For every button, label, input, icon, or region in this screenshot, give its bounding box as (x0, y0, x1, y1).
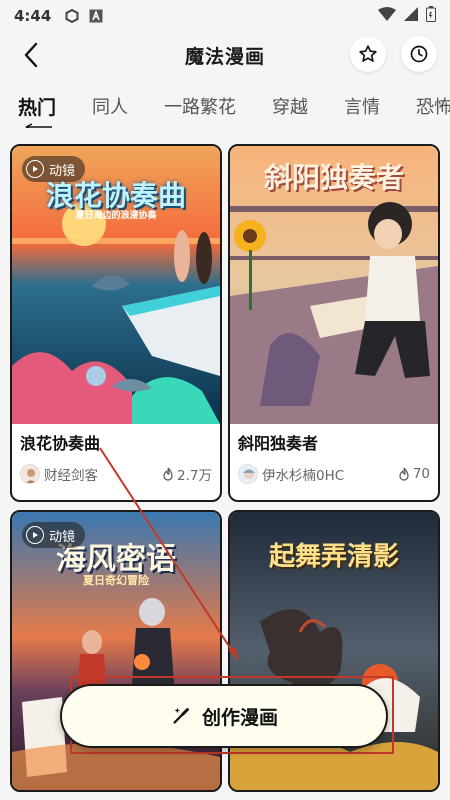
comic-cover-3: 海风密语 夏日奇幻冒险 动镜 (12, 512, 220, 790)
cover-subtitle-text: 夏日奇幻冒险 (83, 574, 149, 587)
cover-title-text: 斜阳独奏者 (263, 161, 404, 194)
tab-fanfic[interactable]: 同人 (92, 93, 128, 119)
card-info-row: 伊水杉楠0HC 70 (238, 464, 430, 484)
badge-label: 动镜 (49, 163, 76, 179)
badge-label: 动镜 (49, 529, 76, 545)
history-button[interactable] (401, 36, 437, 72)
play-icon (26, 160, 44, 178)
card-title: 浪花协奏曲 (20, 434, 101, 453)
card-meta: 浪花协奏曲 财经剑客 2.7万 (12, 424, 220, 500)
tab-horror[interactable]: 恐怖 (416, 93, 450, 119)
magic-brush-icon (173, 707, 189, 724)
hot-count: 2.7万 (161, 464, 212, 484)
status-bar: 4:44 (0, 0, 450, 32)
flame-icon (163, 467, 173, 481)
tab-romance[interactable]: 言情 (344, 93, 380, 119)
font-a-icon (89, 9, 103, 23)
back-button[interactable] (16, 40, 46, 70)
tab-label: 热门 (18, 96, 57, 119)
card-info-row: 财经剑客 2.7万 (20, 464, 212, 484)
cover-title-text: 起舞弄清影 (268, 542, 399, 572)
star-icon (359, 45, 377, 62)
play-icon (26, 526, 44, 544)
hot-value: 2.7万 (177, 468, 212, 484)
tab-hot[interactable]: 热门 (18, 93, 57, 128)
flame-icon (399, 467, 409, 481)
hot-count: 70 (397, 466, 430, 482)
comic-card-1[interactable]: 浪花协奏曲 夏日海边的浪漫协奏 动镜 浪花协奏曲 财经剑客 2.7万 (10, 144, 222, 502)
tab-blossom[interactable]: 一路繁花 (164, 93, 236, 119)
avatar[interactable] (238, 464, 258, 484)
comic-cover-1: 浪花协奏曲 夏日海边的浪漫协奏 动镜 (12, 146, 220, 424)
comic-card-4[interactable]: 起舞弄清影 (228, 510, 440, 792)
tab-timetravel[interactable]: 穿越 (272, 93, 308, 119)
hot-value: 70 (412, 466, 430, 482)
comic-card-3[interactable]: 海风密语 夏日奇幻冒险 动镜 (10, 510, 222, 792)
comic-cover-4: 起舞弄清影 (230, 512, 438, 790)
status-time: 4:44 (14, 7, 52, 25)
active-tab-underline (25, 122, 52, 128)
author-name[interactable]: 财经剑客 (44, 464, 161, 484)
header: 魔法漫画 (0, 32, 450, 78)
comic-cover-2: 斜阳独奏者 (230, 146, 438, 424)
signal-icon (404, 7, 418, 25)
category-tabs: 热门 同人 一路繁花 穿越 言情 恐怖 (0, 84, 450, 128)
card-meta: 斜阳独奏者 伊水杉楠0HC 70 (230, 424, 438, 500)
avatar[interactable] (20, 464, 40, 484)
card-title: 斜阳独奏者 (238, 434, 319, 453)
comic-card-2[interactable]: 斜阳独奏者 斜阳独奏者 伊水杉楠0HC 70 (228, 144, 440, 502)
chevron-left-icon (24, 42, 38, 68)
motion-badge: 动镜 (22, 156, 86, 182)
create-comic-button[interactable]: 创作漫画 (60, 684, 388, 748)
author-name[interactable]: 伊水杉楠0HC (262, 464, 397, 484)
favorite-button[interactable] (350, 36, 386, 72)
motion-badge: 动镜 (22, 522, 86, 548)
clock-icon (410, 45, 428, 63)
battery-icon (426, 6, 436, 26)
cover-subtitle-text: 夏日海边的浪漫协奏 (75, 211, 157, 221)
create-button-label: 创作漫画 (201, 706, 278, 729)
page-title: 魔法漫画 (184, 45, 265, 68)
hexagon-icon (65, 9, 79, 23)
wifi-icon (378, 7, 396, 25)
